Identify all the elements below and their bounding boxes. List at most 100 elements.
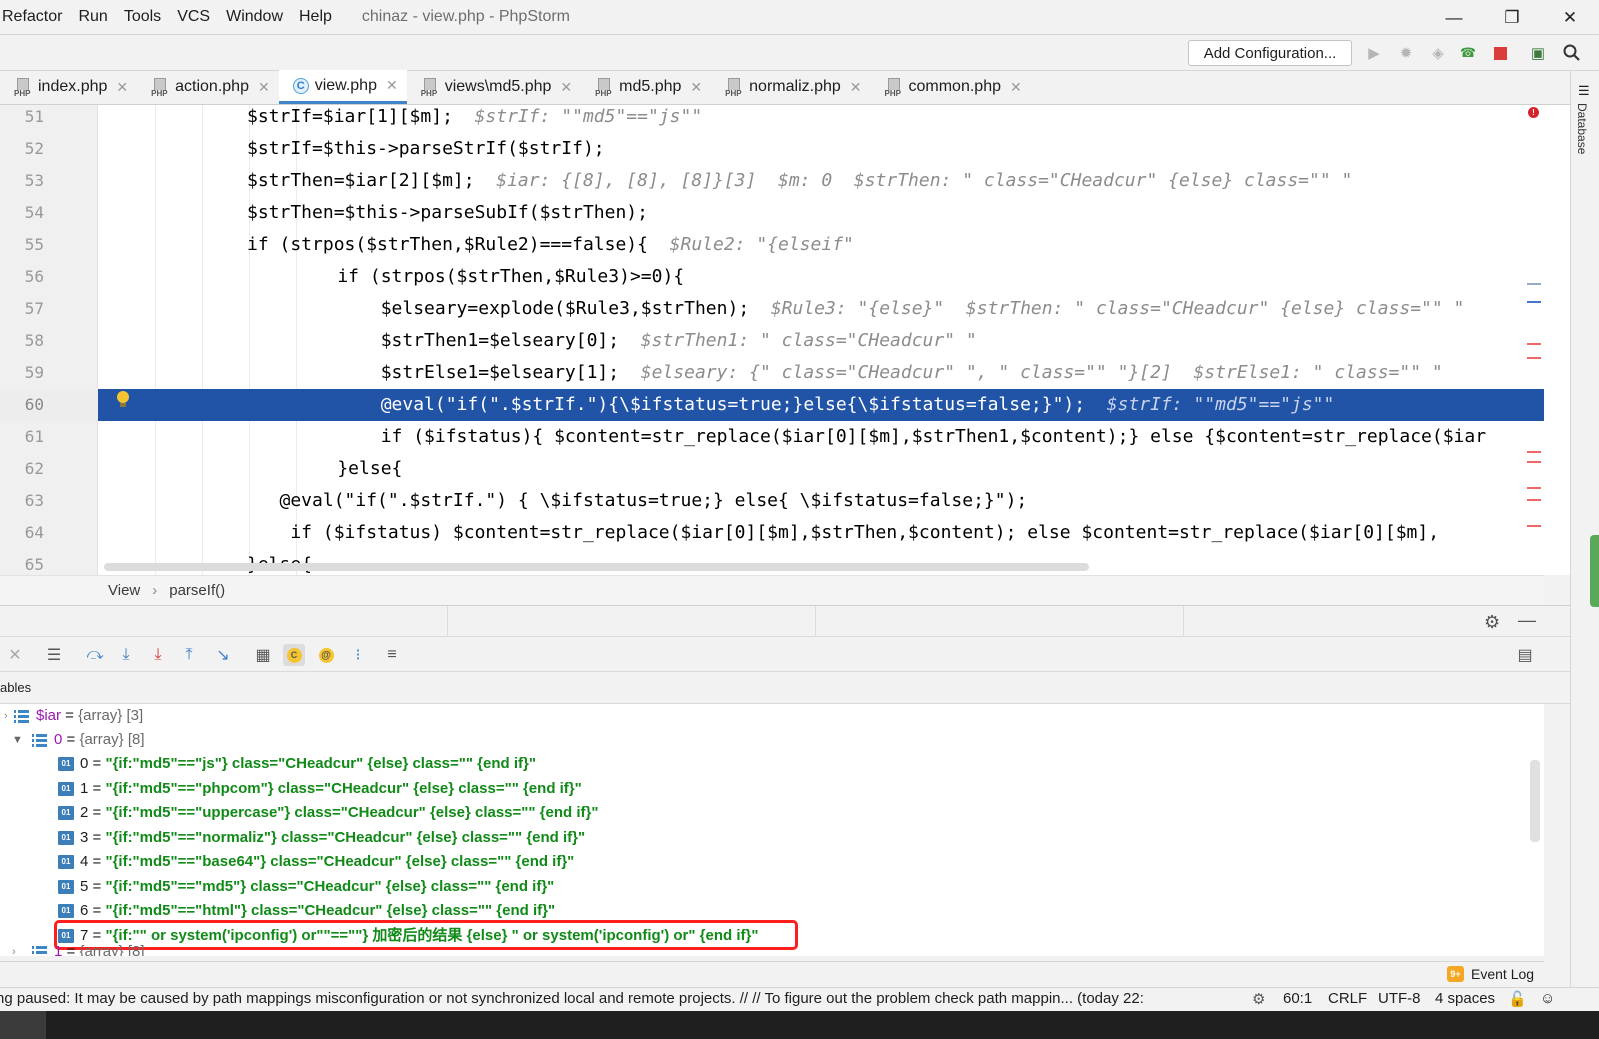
menu-vcs[interactable]: VCS <box>169 8 218 26</box>
line-number[interactable]: 57 <box>0 293 44 325</box>
code-line[interactable]: 58 $strThen1=$elseary[0]; $strThen1: " c… <box>0 325 1544 357</box>
search-icon[interactable] <box>1562 43 1582 63</box>
chevron-right-icon[interactable]: › <box>4 704 14 728</box>
step-out-icon[interactable]: ⤒ <box>178 644 200 666</box>
tab-view-php[interactable]: C view.php ✕ <box>278 70 407 104</box>
indent-setting[interactable]: 4 spaces <box>1435 990 1495 1007</box>
line-number[interactable]: 51 <box>0 105 44 133</box>
chevron-right-icon[interactable]: › <box>12 945 32 956</box>
code-line[interactable]: 63 @eval("if(".$strIf.") { \$ifstatus=tr… <box>0 485 1544 517</box>
array-item-row[interactable]: 01 4 = "{if:"md5"=="base64"} class="CHead… <box>58 850 574 874</box>
restore-button[interactable]: ❐ <box>1483 0 1541 35</box>
code-line[interactable]: 55 if (strpos($strThen,$Rule2)===false){ … <box>0 229 1544 261</box>
array-item-row[interactable]: 01 3 = "{if:"md5"=="normaliz"} class="CHe… <box>58 826 585 850</box>
stop-icon[interactable] <box>1490 43 1510 63</box>
terminal-icon[interactable]: ▣ <box>1528 43 1548 63</box>
code-line[interactable]: 62 }else{ <box>0 453 1544 485</box>
line-number[interactable]: 60 <box>0 389 98 421</box>
coverage-icon[interactable]: ◈ <box>1428 43 1448 63</box>
listen-debug-icon[interactable]: ☎ <box>1458 43 1478 63</box>
error-indicator-icon[interactable]: ! <box>1528 107 1539 118</box>
close-icon[interactable]: ✕ <box>1010 79 1022 96</box>
code-editor[interactable]: 51 $strIf=$iar[1][$m]; $strIf: ""md5"=="j… <box>0 105 1570 575</box>
code-line[interactable]: 60 @eval("if(".$strIf."){\$ifstatus=true… <box>0 389 1544 421</box>
menu-run[interactable]: Run <box>70 8 115 26</box>
menu-help[interactable]: Help <box>291 8 340 26</box>
run-icon[interactable]: ▶ <box>1364 43 1384 63</box>
line-number[interactable]: 64 <box>0 517 44 549</box>
line-number[interactable]: 55 <box>0 229 44 261</box>
close-icon[interactable]: ✕ <box>386 77 398 94</box>
lock-icon[interactable]: 🔓 <box>1508 990 1527 1008</box>
horizontal-scrollbar[interactable] <box>104 563 1089 571</box>
array-item-row[interactable]: 01 2 = "{if:"md5"=="uppercase"} class="CH… <box>58 801 598 825</box>
lightbulb-icon[interactable] <box>116 391 130 409</box>
hide-panel-icon[interactable]: — <box>1518 610 1536 631</box>
chevron-down-icon[interactable]: ▼ <box>12 728 32 752</box>
status-message[interactable]: ng paused: It may be caused by path mapp… <box>0 990 1242 1007</box>
code-line[interactable]: 65}else{ <box>0 549 1544 575</box>
code-line[interactable]: 56 if (strpos($strThen,$Rule3)>=0){ <box>0 261 1544 293</box>
sort-icon[interactable]: ⁝ <box>347 644 369 666</box>
code-line[interactable]: 53 $strThen=$iar[2][$m]; $iar: {[8], [8],… <box>0 165 1544 197</box>
line-number[interactable]: 61 <box>0 421 44 453</box>
file-encoding[interactable]: UTF-8 <box>1378 990 1421 1007</box>
close-icon[interactable]: ✕ <box>258 79 270 96</box>
line-number[interactable]: 52 <box>0 133 44 165</box>
line-number[interactable]: 59 <box>0 357 44 389</box>
force-step-into-icon[interactable]: ⤓ <box>147 644 169 666</box>
add-configuration-button[interactable]: Add Configuration... <box>1188 40 1352 66</box>
show-frames-icon[interactable]: ☰ <box>43 644 65 666</box>
line-number[interactable]: 62 <box>0 453 44 485</box>
breadcrumb-class[interactable]: View <box>108 582 140 599</box>
code-line[interactable]: 54 $strThen=$this->parseSubIf($strThen); <box>0 197 1544 229</box>
tab-md5-php[interactable]: PHP md5.php ✕ <box>581 70 711 104</box>
line-number[interactable]: 63 <box>0 485 44 517</box>
line-number[interactable]: 53 <box>0 165 44 197</box>
close-icon[interactable]: ✕ <box>116 79 128 96</box>
menu-refactor[interactable]: Refactor <box>0 8 70 26</box>
event-log-button[interactable]: Event Log <box>1471 966 1534 982</box>
code-line[interactable]: 64 if ($ifstatus) $content=str_replace($… <box>0 517 1544 549</box>
tab-action-php[interactable]: PHP action.php ✕ <box>137 70 279 104</box>
tree-node-0[interactable]: ▼ 0 = {array} [8] <box>12 728 145 752</box>
menu-tools[interactable]: Tools <box>116 8 169 26</box>
inspector-icon[interactable]: ☺ <box>1540 990 1555 1007</box>
tab-views-md5-php[interactable]: PHP views\md5.php ✕ <box>407 70 581 104</box>
database-panel-button[interactable]: Database <box>1575 103 1589 154</box>
code-line[interactable]: 61 if ($ifstatus){ $content=str_replace(… <box>0 421 1544 453</box>
tab-index-php[interactable]: PHP index.php ✕ <box>0 70 137 104</box>
array-item-row[interactable]: 01 1 = "{if:"md5"=="phpcom"} class="CHead… <box>58 777 582 801</box>
gear-icon[interactable]: ⚙ <box>1484 612 1500 633</box>
code-line[interactable]: 52 $strIf=$this->parseStrIf($strIf); <box>0 133 1544 165</box>
class-filter-icon[interactable]: C <box>283 644 305 666</box>
evaluate-expression-icon[interactable]: ▦ <box>252 644 274 666</box>
watch-icon[interactable]: @ <box>315 644 337 666</box>
step-into-icon[interactable]: ⤓ <box>115 644 137 666</box>
line-number[interactable]: 54 <box>0 197 44 229</box>
line-ending[interactable]: CRLF <box>1328 990 1367 1007</box>
variables-tree[interactable]: › $iar = {array} [3] ▼ 0 = {array} [8] 0… <box>0 704 1544 956</box>
line-number[interactable]: 56 <box>0 261 44 293</box>
step-over-icon[interactable]: ⤼ <box>84 644 106 666</box>
breadcrumb-method[interactable]: parseIf() <box>169 582 225 599</box>
close-icon[interactable]: ✕ <box>850 79 862 96</box>
database-icon[interactable]: ☰ <box>1578 83 1590 99</box>
line-number[interactable]: 65 <box>0 549 44 575</box>
array-item-row[interactable]: 01 5 = "{if:"md5"=="md5"} class="CHeadcur… <box>58 875 554 899</box>
menu-window[interactable]: Window <box>218 8 291 26</box>
line-number[interactable]: 58 <box>0 325 44 357</box>
code-line[interactable]: 59 $strElse1=$elseary[1]; $elseary: {" c… <box>0 357 1544 389</box>
connection-icon[interactable]: ⚙ <box>1252 990 1265 1008</box>
variables-scrollbar[interactable] <box>1530 760 1540 842</box>
close-icon[interactable]: ✕ <box>4 644 26 666</box>
tree-node-1[interactable]: › 1 = {array} [8] <box>12 945 145 956</box>
layout-icon[interactable]: ▤ <box>1514 644 1536 666</box>
close-button[interactable]: ✕ <box>1541 0 1599 35</box>
minimize-button[interactable]: — <box>1425 0 1483 35</box>
close-icon[interactable]: ✕ <box>690 79 702 96</box>
tab-common-php[interactable]: PHP common.php ✕ <box>871 70 1031 104</box>
tree-node-iar[interactable]: › $iar = {array} [3] <box>4 704 143 728</box>
add-watch-icon[interactable]: ≡ <box>381 644 403 666</box>
code-line[interactable]: 51 $strIf=$iar[1][$m]; $strIf: ""md5"=="j… <box>0 105 1544 133</box>
